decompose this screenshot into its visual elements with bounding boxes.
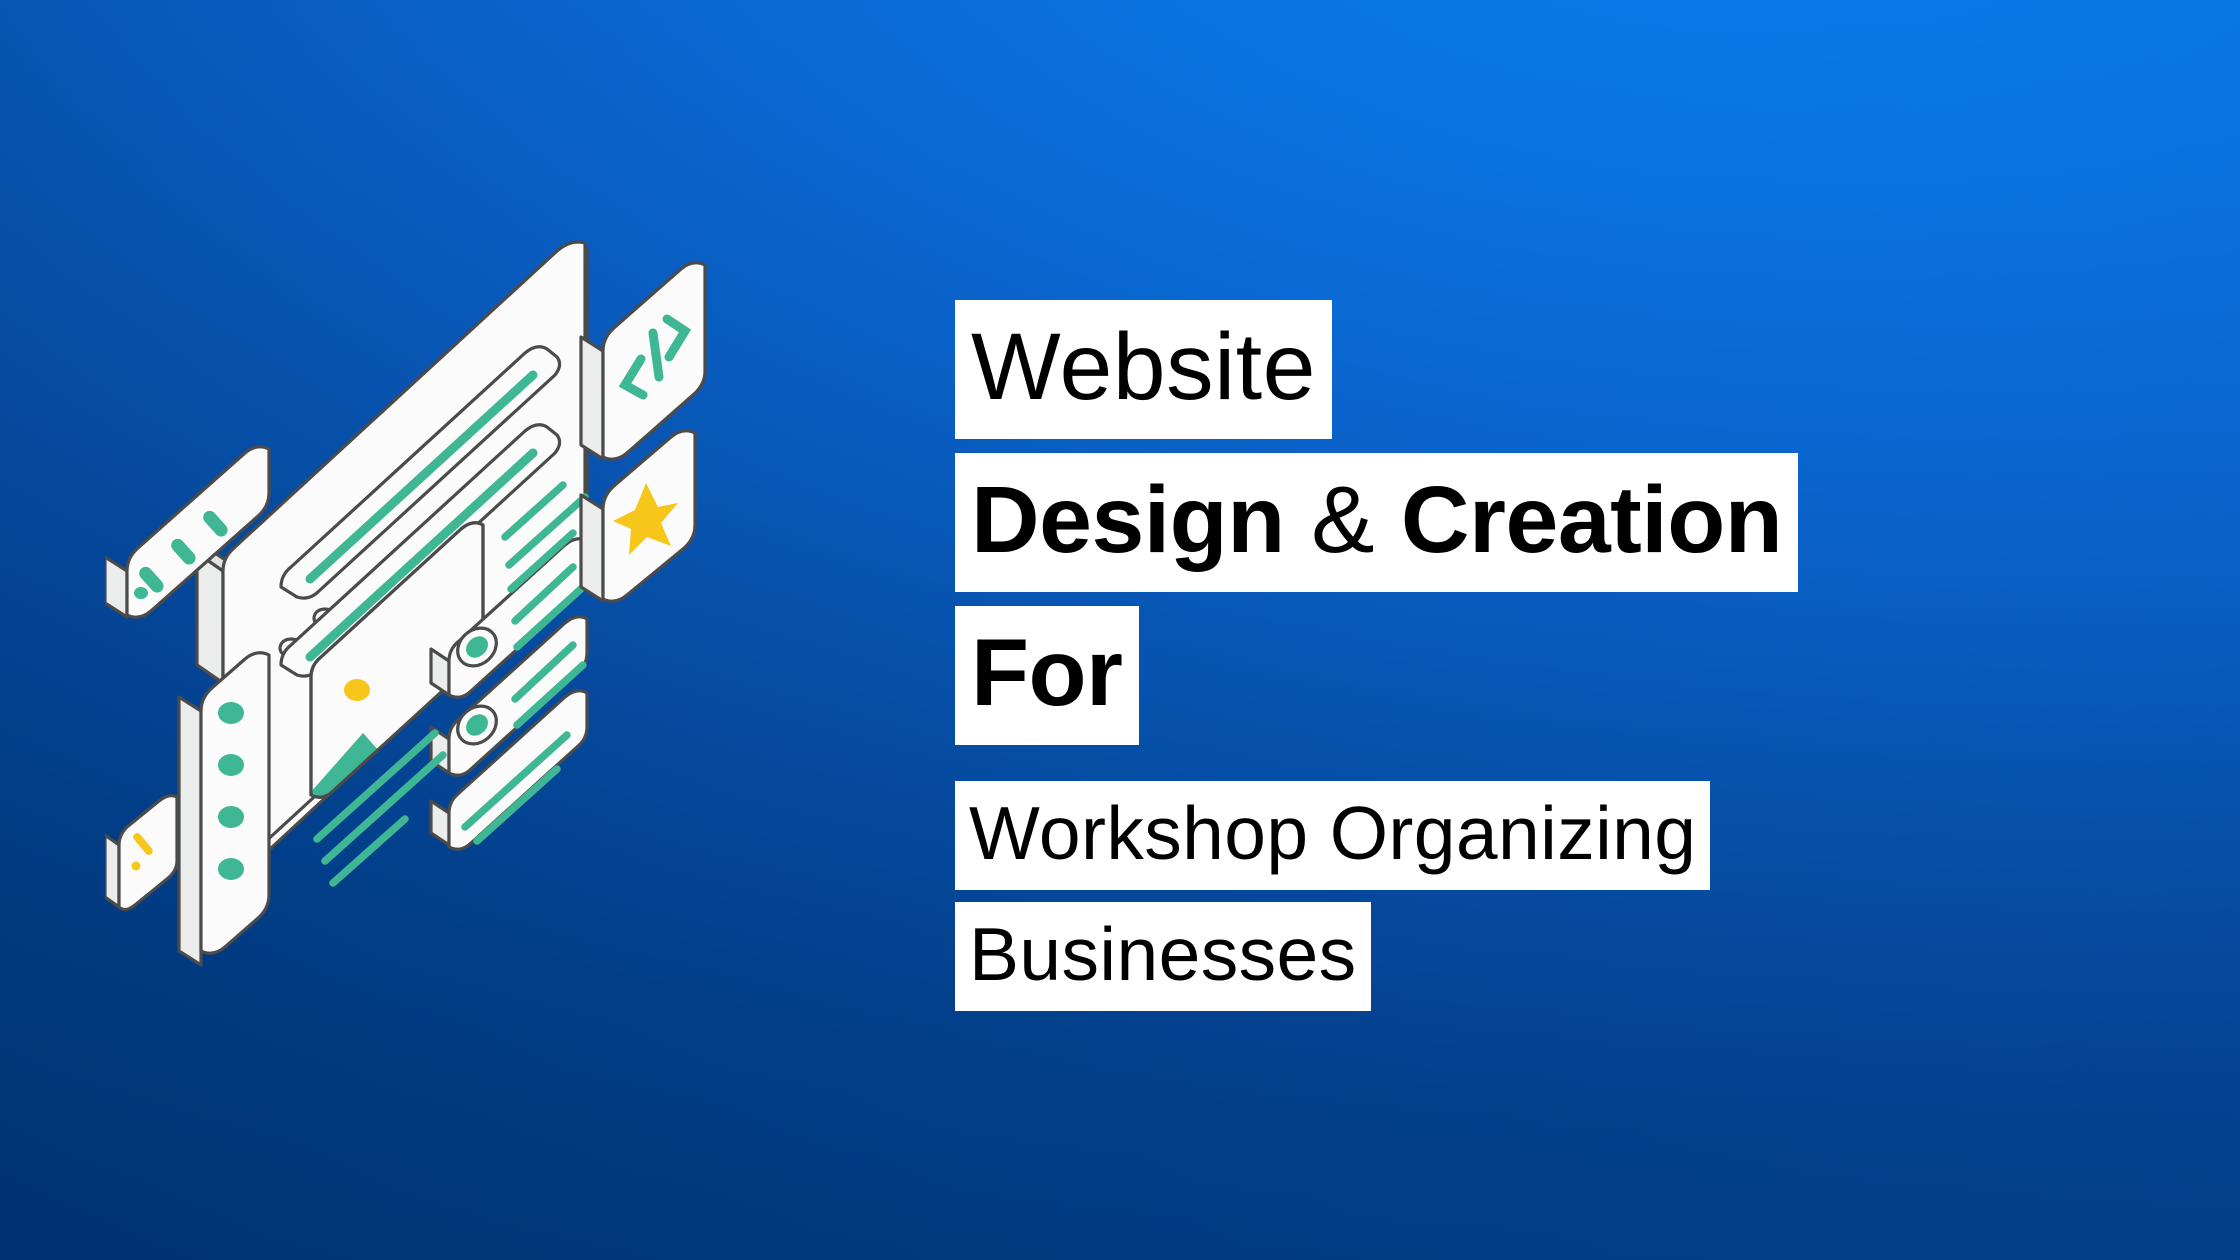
- subheadline-line-1: Workshop Organizing: [955, 781, 2195, 890]
- headline-line-for: For: [955, 606, 2195, 745]
- headline-design-text: Design: [971, 467, 1285, 573]
- headline-website-text: Website: [955, 300, 1332, 439]
- subheadline-line-2: Businesses: [955, 902, 2195, 1011]
- headline-ampersand: &: [1311, 467, 1375, 573]
- headline-creation-text: Creation: [1400, 467, 1783, 573]
- headline-design-creation-box: Design & Creation: [955, 453, 1799, 592]
- poster-canvas: .ln { fill:none; stroke:#4b4b4b; stroke-…: [0, 0, 2240, 1260]
- alert-card: [105, 794, 179, 912]
- headline-line-website: Website: [955, 300, 2195, 439]
- subheadline-workshop-organizing-text: Workshop Organizing: [955, 781, 1711, 890]
- vertical-dot-panel: [177, 651, 271, 967]
- headline-line-design-creation: Design & Creation: [955, 453, 2195, 592]
- headline-block: Website Design & Creation For Workshop O…: [955, 300, 2195, 1011]
- isometric-website-illustration: .ln { fill:none; stroke:#4b4b4b; stroke-…: [105, 235, 915, 995]
- subheadline-businesses-text: Businesses: [955, 902, 1371, 1011]
- headline-for-text: For: [955, 606, 1139, 745]
